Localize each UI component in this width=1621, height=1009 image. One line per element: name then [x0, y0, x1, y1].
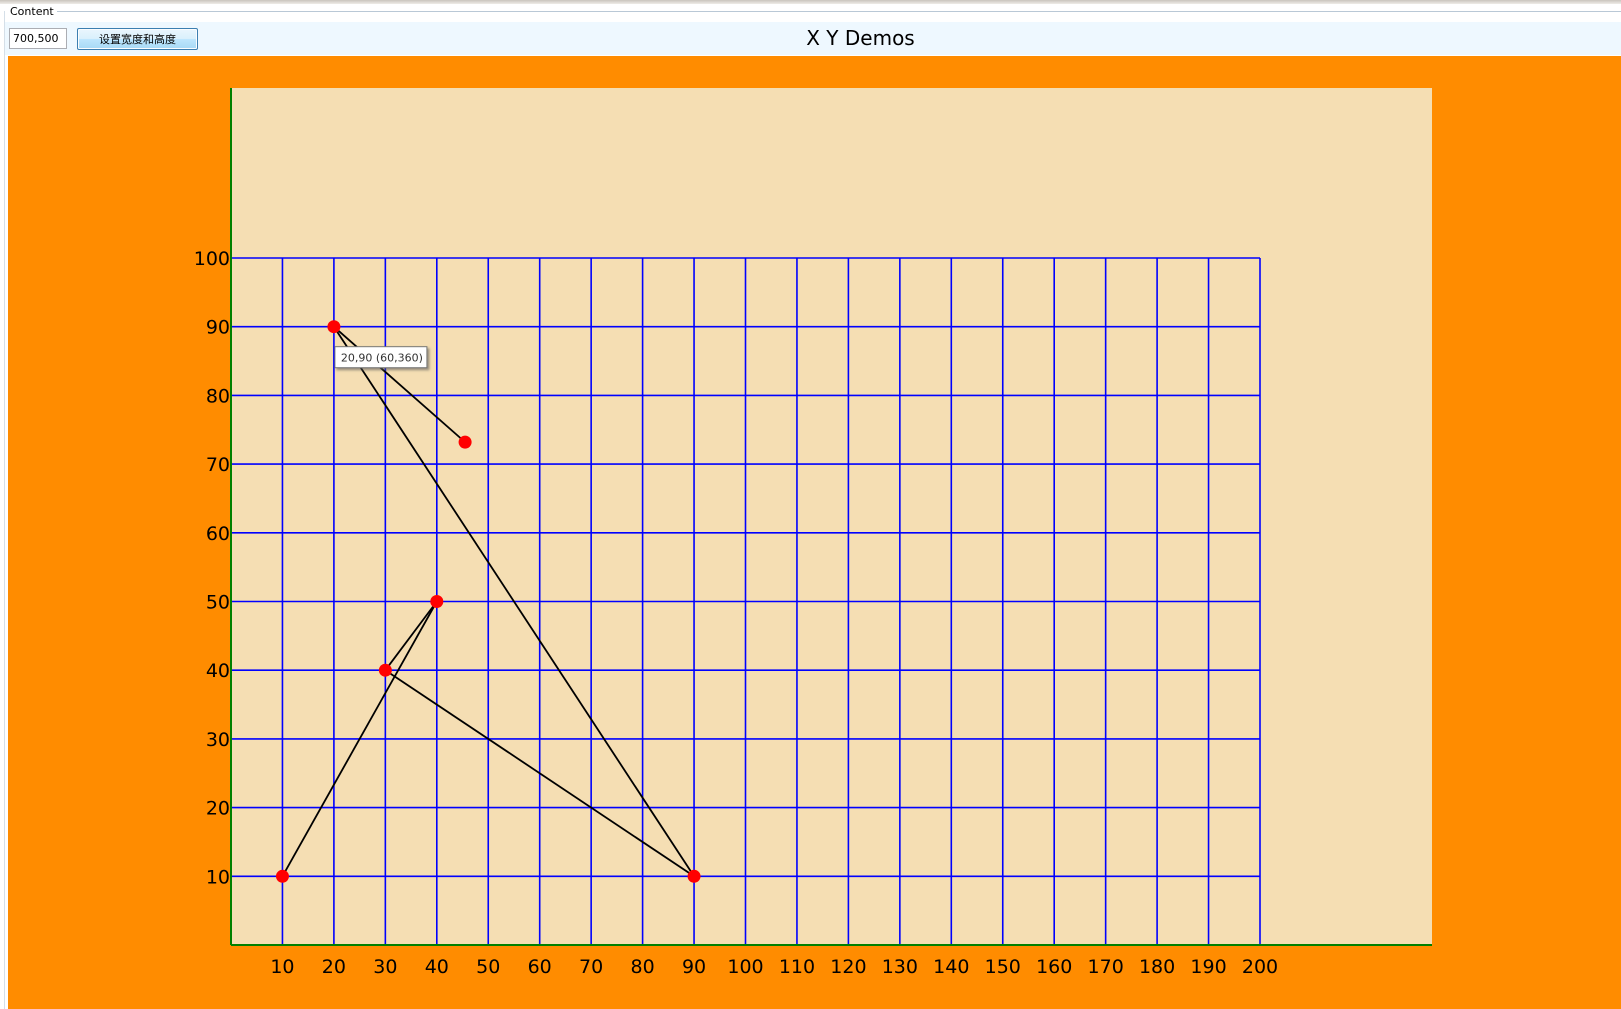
y-tick-label: 100 [194, 248, 230, 270]
point-tooltip: 20,90 (60,360) [334, 346, 428, 369]
y-tick-label: 30 [206, 729, 230, 751]
data-point [327, 320, 341, 334]
x-tick-label: 90 [682, 956, 706, 978]
x-tick-label: 170 [1088, 956, 1124, 978]
y-tick-label: 40 [206, 660, 230, 682]
x-tick-label: 200 [1242, 956, 1278, 978]
data-point [378, 663, 392, 677]
x-tick-label: 70 [579, 956, 603, 978]
data-point [275, 869, 289, 883]
x-tick-label: 110 [779, 956, 815, 978]
x-tick-label: 140 [933, 956, 969, 978]
plot-area [231, 88, 1432, 945]
y-tick-label: 90 [206, 317, 230, 339]
y-tick-label: 60 [206, 523, 230, 545]
x-tick-label: 50 [476, 956, 500, 978]
x-tick-labels: 10 20 30 40 50 60 70 80 90 100 110 120 130 140 150 160 1… [270, 956, 1278, 978]
x-tick-label: 40 [425, 956, 449, 978]
page-title: X Y Demos [806, 26, 915, 50]
y-tick-labels: 10 20 30 40 50 60 70 80 90 100 [194, 248, 230, 888]
x-tick-label: 130 [882, 956, 918, 978]
x-tick-label: 20 [322, 956, 346, 978]
x-tick-label: 80 [631, 956, 655, 978]
group-box-label: Content [9, 5, 55, 18]
x-tick-label: 60 [528, 956, 552, 978]
x-tick-label: 160 [1036, 956, 1072, 978]
y-tick-label: 70 [206, 454, 230, 476]
x-tick-label: 10 [270, 956, 294, 978]
y-tick-label: 20 [206, 798, 230, 820]
window-top-edge [0, 0, 1621, 4]
data-point [430, 595, 444, 608]
x-tick-label: 150 [985, 956, 1021, 978]
tooltip-text: 20,90 (60,360) [341, 352, 423, 365]
y-tick-label: 50 [206, 592, 230, 614]
xy-chart: 10 20 30 40 50 60 70 80 90 100 110 120 130 140 150 160 1… [194, 88, 1432, 978]
data-point [458, 435, 472, 449]
y-tick-label: 80 [206, 385, 230, 407]
x-tick-label: 190 [1190, 956, 1226, 978]
group-box-border [57, 11, 1621, 12]
x-tick-label: 120 [830, 956, 866, 978]
x-tick-label: 100 [727, 956, 763, 978]
group-box-border-left [4, 11, 5, 1009]
x-tick-label: 180 [1139, 956, 1175, 978]
data-point [687, 869, 701, 883]
x-tick-label: 30 [373, 956, 397, 978]
y-tick-label: 10 [206, 866, 230, 888]
